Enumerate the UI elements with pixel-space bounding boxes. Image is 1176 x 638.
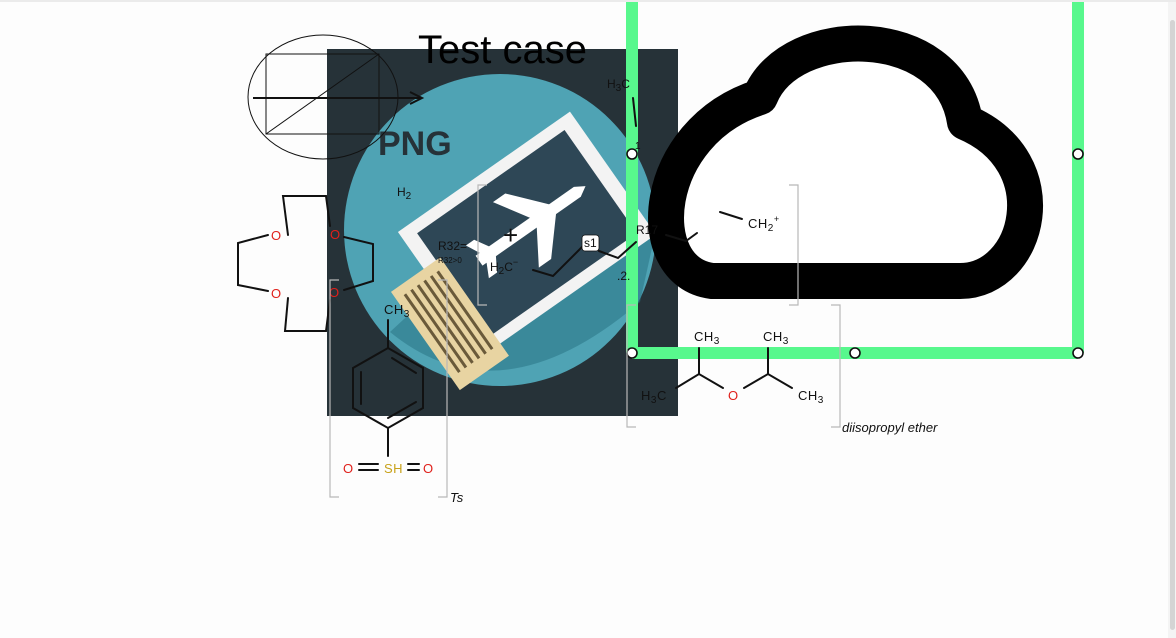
locant-1: 1 bbox=[635, 141, 641, 152]
ether-ch3-right: CH3 bbox=[763, 329, 789, 347]
drawing-canvas[interactable]: PNG Test case O O O O CH3 SH O O Ts H3C … bbox=[0, 0, 1176, 638]
r17-label: R17 bbox=[636, 223, 658, 237]
r32-note: R32>0 bbox=[438, 256, 462, 265]
crown-oxygen: O bbox=[330, 227, 341, 242]
resize-handle[interactable] bbox=[849, 347, 861, 359]
ether-label: diisopropyl ether bbox=[842, 420, 938, 435]
locant-2: .2. bbox=[617, 269, 630, 283]
tosyl-oxygen-left: O bbox=[343, 461, 354, 476]
crown-oxygen: O bbox=[271, 228, 282, 243]
r32-label: R32= bbox=[438, 239, 467, 253]
ether-ch3-end: CH3 bbox=[798, 388, 824, 406]
resize-handle[interactable] bbox=[1072, 347, 1084, 359]
plus-sign: + bbox=[503, 220, 518, 250]
diagram-svg: PNG Test case O O O O CH3 SH O O Ts H3C … bbox=[237, 2, 1084, 505]
resize-handle[interactable] bbox=[626, 347, 638, 359]
png-label: PNG bbox=[378, 125, 452, 163]
ether-ch3-left: CH3 bbox=[694, 329, 720, 347]
vertical-scrollbar[interactable] bbox=[1168, 2, 1176, 638]
tosyl-oxygen-right: O bbox=[423, 461, 434, 476]
crown-oxygen: O bbox=[271, 286, 282, 301]
cloud-icon[interactable] bbox=[648, 25, 1044, 299]
ether-oxygen: O bbox=[728, 388, 739, 403]
tosyl-sulfur: SH bbox=[384, 461, 403, 476]
scrollbar-thumb[interactable] bbox=[1170, 20, 1175, 630]
tosyl-label: Ts bbox=[450, 490, 464, 505]
resize-handle[interactable] bbox=[1072, 148, 1084, 160]
s1-label: s1 bbox=[584, 236, 597, 250]
diagram-title: Test case bbox=[418, 28, 587, 72]
